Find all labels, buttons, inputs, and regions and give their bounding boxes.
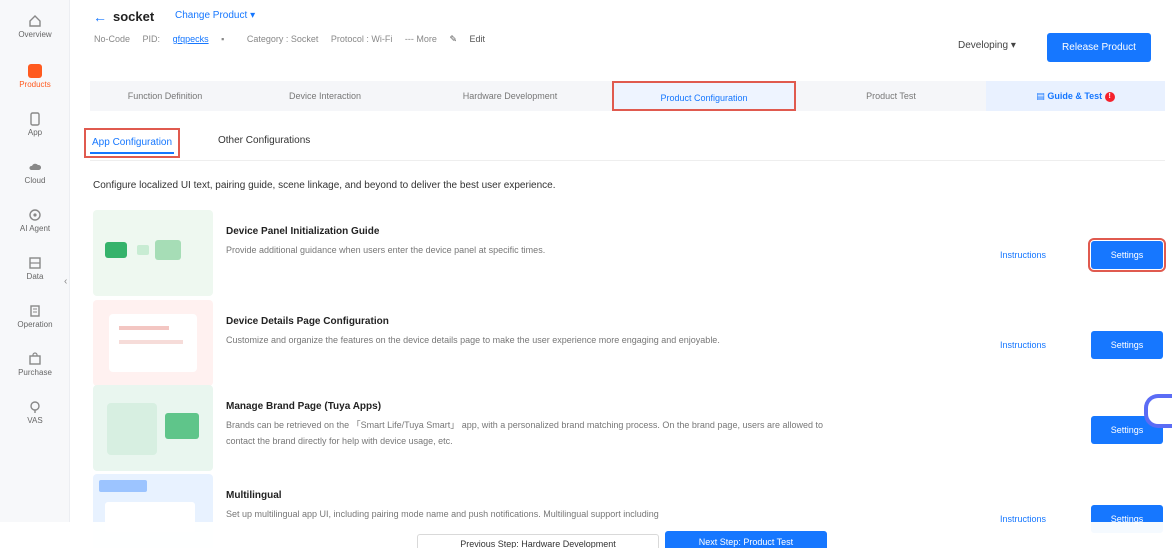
sidebar-item-label: VAS [27,416,43,425]
sidebar-item-ai-agent[interactable]: AI Agent [0,208,70,233]
more-link[interactable]: --- More [405,34,437,44]
settings-button[interactable]: Settings [1088,238,1166,272]
status-label: Developing [958,40,1009,51]
edit-icon: ✎ [449,34,457,44]
pid-value[interactable]: gfqpecks [173,34,209,44]
device-details-thumbnail [93,300,213,386]
instructions-link[interactable]: Instructions [1000,340,1046,350]
settings-button[interactable]: Settings [1091,331,1163,359]
step-tabs: Function Definition Device Interaction H… [90,81,1165,111]
sidebar-item-label: Data [26,272,44,281]
sidebar-item-data[interactable]: Data [0,256,70,281]
vas-icon [28,400,42,414]
sidebar-item-purchase[interactable]: Purchase [0,352,70,377]
sidebar-item-label: AI Agent [19,224,51,233]
change-product-link[interactable]: Change Product ▾ [175,10,255,21]
pid-label: PID: [142,34,163,44]
back-arrow-icon[interactable]: ← [93,9,107,25]
previous-step-button[interactable]: Previous Step: Hardware Development [417,534,659,548]
purchase-icon [28,352,42,366]
sidebar-item-label: Overview [18,30,52,39]
data-icon [28,256,42,270]
guide-label: Guide & Test [1047,91,1103,101]
card-description: Customize and organize the features on t… [226,335,720,345]
sidebar-item-app[interactable]: App [0,112,70,137]
config-card-panel-guide: Device Panel Initialization Guide Provid… [93,210,1171,300]
tab-function-definition[interactable]: Function Definition [90,81,240,111]
card-title: Manage Brand Page (Tuya Apps) [226,401,382,412]
card-title: Device Details Page Configuration [226,316,389,327]
tab-product-configuration[interactable]: Product Configuration [612,81,796,111]
sidebar-item-overview[interactable]: Overview [0,14,70,39]
product-name: socket [113,9,155,24]
assistant-bubble-icon[interactable] [1144,394,1172,428]
home-icon [28,14,42,28]
tab-product-test[interactable]: Product Test [796,81,986,111]
product-icon [28,64,42,78]
panel-guide-thumbnail [93,210,213,296]
edit-link[interactable]: ✎ Edit [449,34,495,44]
no-code-label: No-Code [94,34,131,44]
operation-icon [28,304,42,318]
config-card-brand-page: Manage Brand Page (Tuya Apps) Brands can… [93,385,1171,475]
sidebar-item-vas[interactable]: VAS [0,400,70,425]
pid-field: PID: gfqpecks ▪ [143,34,235,44]
sidebar-item-label: App [27,128,43,137]
next-step-button[interactable]: Next Step: Product Test [665,531,827,548]
card-title: Multilingual [226,490,282,501]
chevron-down-icon: ▾ [1010,40,1016,51]
tab-app-configuration[interactable]: App Configuration [84,128,181,158]
edit-label: Edit [469,34,486,44]
left-sidebar: Overview Products App Cloud AI Agent Dat… [0,0,70,548]
guide-icon: ▤ [1036,91,1045,101]
sidebar-item-operation[interactable]: Operation [0,304,70,329]
alert-badge: ! [1104,91,1115,102]
chevron-down-icon: ▾ [250,10,256,21]
sidebar-collapse-icon[interactable]: ‹ [64,276,67,287]
change-product-label: Change Product [175,10,248,21]
sidebar-item-label: Products [19,80,51,89]
cloud-icon [28,160,42,174]
instructions-link[interactable]: Instructions [1000,250,1046,260]
sidebar-item-products[interactable]: Products [0,64,70,89]
tab-guide-and-test[interactable]: ▤ Guide & Test ! [986,81,1165,111]
card-description: Provide additional guidance when users e… [226,245,546,255]
divider [90,160,1165,161]
app-icon [28,112,42,126]
config-card-device-details: Device Details Page Configuration Custom… [93,300,1171,390]
category-label: Category : Socket [246,34,319,44]
copy-icon[interactable]: ▪ [221,34,224,44]
intro-text: Configure localized UI text, pairing gui… [93,180,556,191]
sidebar-item-label: Cloud [24,176,46,185]
tab-device-interaction[interactable]: Device Interaction [240,81,410,111]
status-dropdown[interactable]: Developing ▾ [958,40,1016,51]
card-description: Brands can be retrieved on the 「Smart Li… [226,420,823,446]
tab-other-configurations[interactable]: Other Configurations [218,128,310,158]
brand-page-thumbnail [93,385,213,471]
card-description: Set up multilingual app UI, including pa… [226,509,659,519]
tab-hardware-development[interactable]: Hardware Development [410,81,610,111]
product-meta: No-Code PID: gfqpecks ▪ Category : Socke… [94,34,505,45]
ai-agent-icon [28,208,42,222]
card-title: Device Panel Initialization Guide [226,226,380,237]
sidebar-item-label: Operation [17,320,53,329]
sidebar-item-label: Purchase [18,368,52,377]
protocol-label: Protocol : Wi-Fi [330,34,393,44]
sidebar-item-cloud[interactable]: Cloud [0,160,70,185]
release-product-button[interactable]: Release Product [1047,33,1151,62]
